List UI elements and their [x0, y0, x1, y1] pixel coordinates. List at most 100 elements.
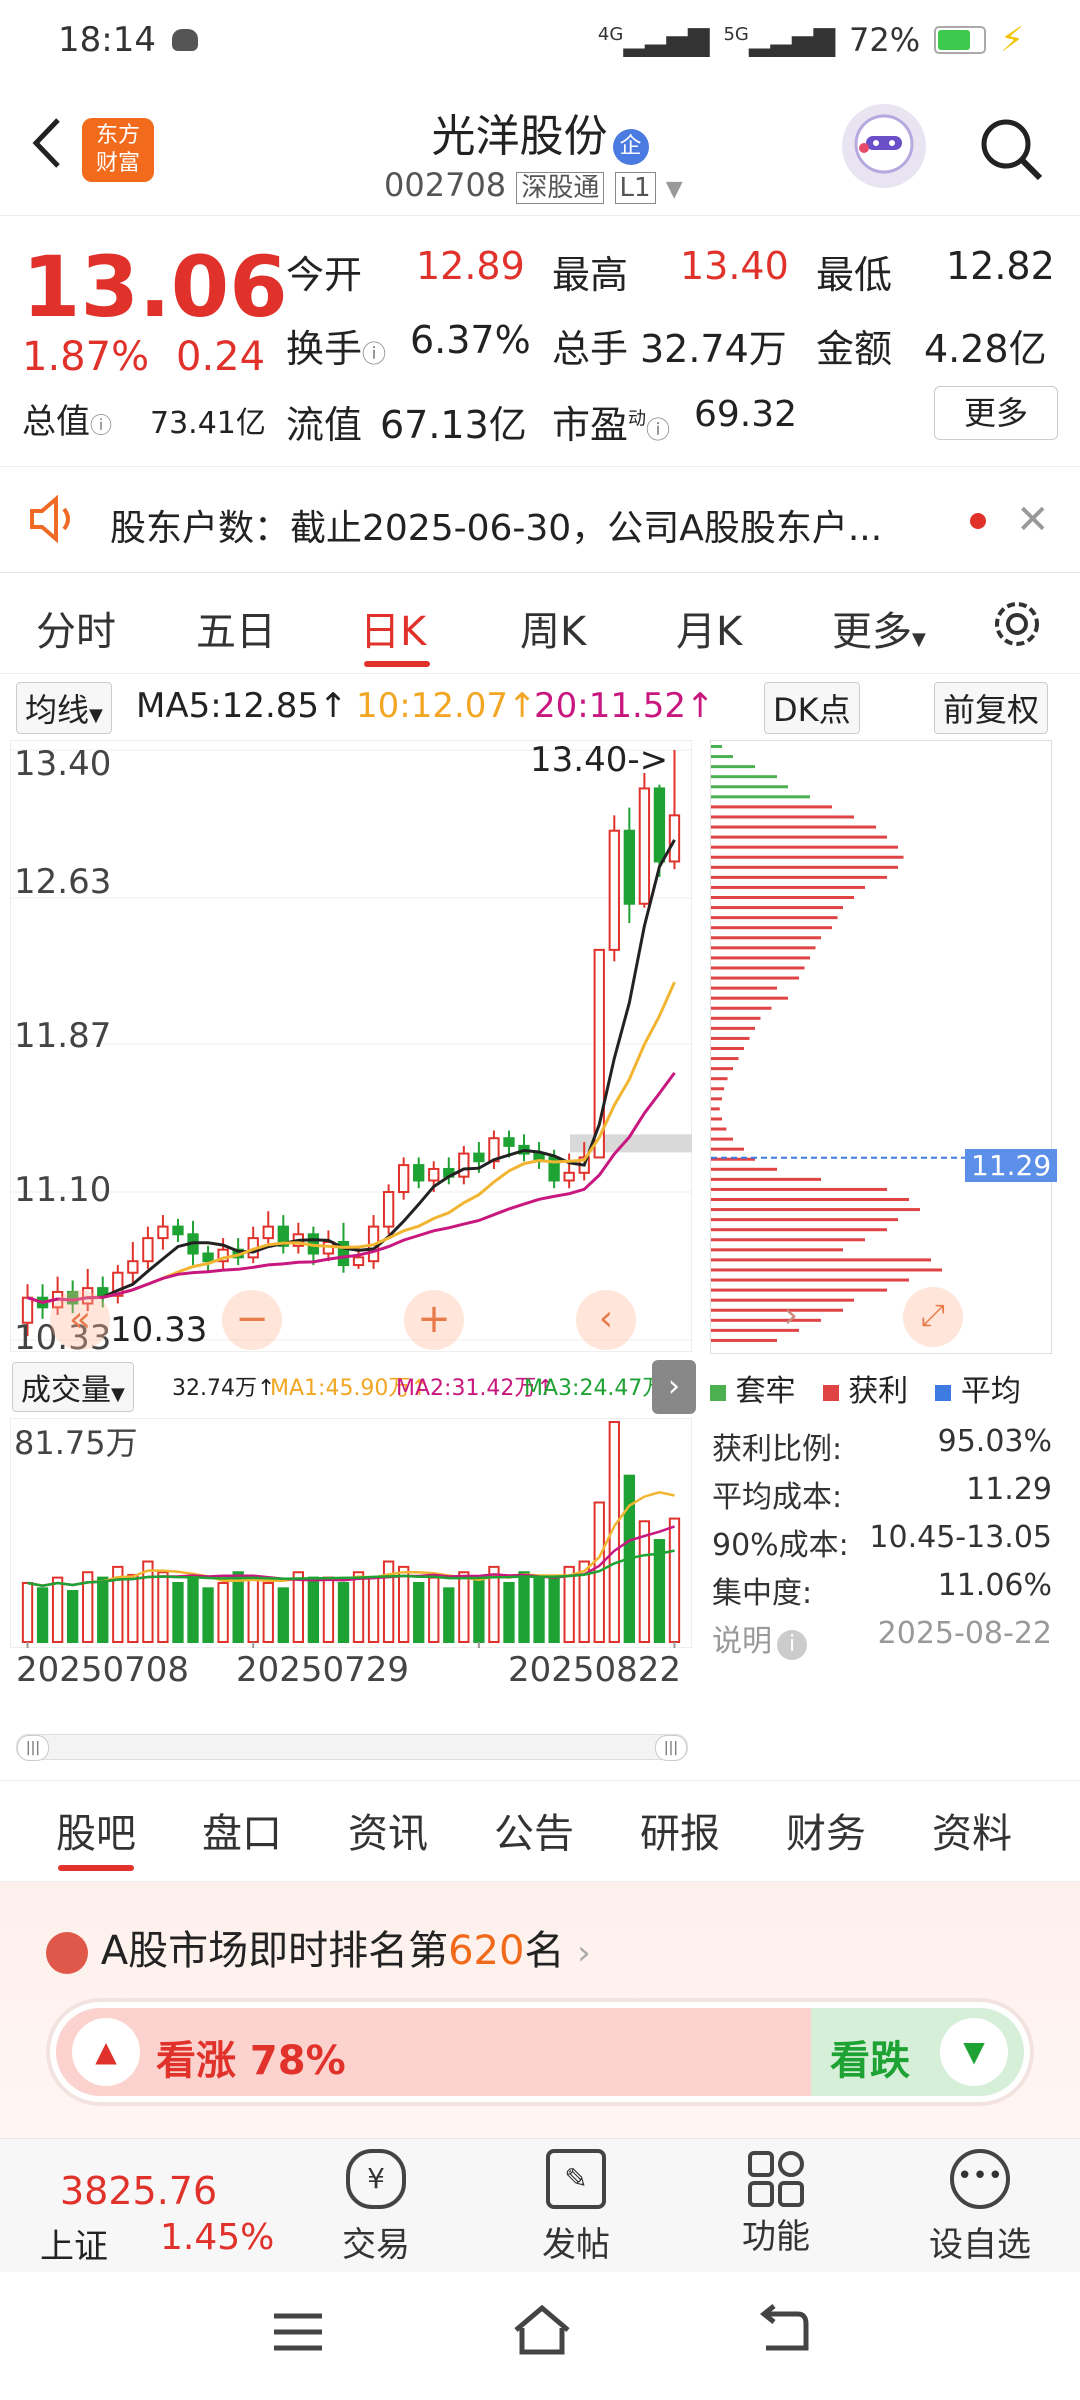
- chip-bar: [711, 906, 843, 910]
- sentiment-panel: A股市场即时排名第620名 › ▲ 看涨 78% 看跌 ▼: [0, 1882, 1080, 2138]
- info-icon[interactable]: ⓘ: [362, 340, 386, 368]
- chip-distribution[interactable]: 11.29 › ⤢: [710, 740, 1058, 1354]
- code-row[interactable]: 002708 深股通 L1 ▼: [384, 166, 683, 204]
- volume-bar: [292, 1571, 305, 1643]
- expand-icon[interactable]: ⤢: [903, 1287, 963, 1347]
- y-label-2: 12.63: [14, 862, 112, 902]
- info-icon[interactable]: ⓘ: [90, 414, 112, 439]
- chip-next-icon[interactable]: ›: [761, 1287, 821, 1347]
- help-icon[interactable]: i: [777, 1630, 808, 1660]
- search-icon[interactable]: [976, 114, 1046, 188]
- current-price: 13.06: [22, 238, 288, 336]
- volume-bar: [127, 1573, 139, 1644]
- tab-profile[interactable]: 资料: [932, 1801, 1012, 1859]
- notice-bar[interactable]: 股东户数：截止2025-06-30，公司A股股东户... ✕: [0, 467, 1080, 573]
- volume-bar: [548, 1576, 560, 1643]
- stat-volume: 总手: [552, 327, 629, 371]
- battery-percent: 72%: [849, 21, 921, 59]
- chip-bar: [711, 1147, 744, 1151]
- chip-stat-row: 获利比例: 95.03%: [712, 1424, 1052, 1467]
- quote-panel: 13.06 1.87% 0.24 今开 12.89 最高 13.40 最低 12…: [0, 216, 1080, 467]
- adjust-button[interactable]: 前复权: [934, 682, 1049, 734]
- chip-note-row[interactable]: 说明 i 2025-08-22: [712, 1616, 1052, 1664]
- signal-5g-icon: 5G▂▃▅▇: [723, 23, 835, 57]
- chip-bar: [711, 1057, 739, 1061]
- close-icon[interactable]: ✕: [1016, 497, 1050, 543]
- title-block[interactable]: 光洋股份 企: [380, 100, 700, 165]
- candle-body: [142, 1237, 154, 1263]
- volume-chart[interactable]: 81.75万: [9, 1417, 693, 1649]
- tab-active-indicator: [364, 661, 430, 667]
- zoom-out-icon[interactable]: −: [222, 1290, 282, 1350]
- chip-bar: [711, 785, 788, 789]
- up-arrow-icon: ▲: [72, 2018, 140, 2086]
- tab-weekly-k[interactable]: 周K: [520, 599, 586, 657]
- volume-selector[interactable]: 成交量▼: [12, 1362, 134, 1412]
- chip-bar: [711, 1006, 772, 1010]
- y-label-3: 11.87: [14, 1016, 112, 1056]
- logo-line-2: 财富: [95, 151, 140, 176]
- volume-bar: [337, 1581, 350, 1644]
- rank-row[interactable]: A股市场即时排名第620名 ›: [46, 1918, 591, 1976]
- tab-daily-k[interactable]: 日K: [360, 599, 426, 657]
- volume-bar: [202, 1587, 214, 1643]
- chip-bar: [711, 1238, 865, 1242]
- tab-monthly-k[interactable]: 月K: [676, 599, 742, 657]
- index-name: 上证: [40, 2227, 108, 2267]
- volume-bar: [458, 1571, 470, 1643]
- grid-icon: [746, 2149, 806, 2209]
- chip-bar: [711, 1208, 920, 1212]
- volume-bar: [473, 1576, 485, 1643]
- home-icon[interactable]: [510, 2302, 574, 2362]
- chart-range-scrollbar[interactable]: ||| |||: [16, 1734, 688, 1761]
- chip-stat-row: 平均成本: 11.29: [712, 1472, 1052, 1515]
- gear-icon[interactable]: [990, 597, 1044, 655]
- y-label-4: 11.10: [14, 1170, 112, 1210]
- menu-icon[interactable]: [270, 2308, 326, 2360]
- chip-bar: [711, 916, 838, 920]
- chip-note-label: 说明: [712, 1624, 772, 1659]
- tab-five-day[interactable]: 五日: [196, 599, 276, 657]
- info-icon[interactable]: ⓘ: [646, 416, 670, 444]
- expand-panel-button[interactable]: ›: [652, 1360, 696, 1414]
- app-logo[interactable]: 东方 财富: [82, 118, 154, 182]
- scroll-left-icon[interactable]: «: [50, 1290, 110, 1350]
- volume-bar: [503, 1581, 515, 1644]
- more-button[interactable]: 更多: [934, 386, 1058, 440]
- volume-max-label: 81.75万: [14, 1424, 138, 1462]
- zoom-in-icon[interactable]: +: [404, 1290, 464, 1350]
- low-marker: 10.33: [110, 1310, 208, 1350]
- candle-body: [428, 1167, 440, 1182]
- chip-bar: [711, 936, 821, 940]
- range-handle-right[interactable]: |||: [655, 1735, 687, 1761]
- robot-avatar-icon[interactable]: [842, 104, 926, 188]
- back-nav-icon[interactable]: [752, 2304, 812, 2362]
- volume-bar: [413, 1581, 425, 1644]
- nav-post[interactable]: ✎ 发帖: [516, 2149, 636, 2266]
- prev-icon[interactable]: ‹: [576, 1290, 636, 1350]
- level-tag: L1: [614, 172, 656, 204]
- range-handle-left[interactable]: |||: [17, 1735, 49, 1761]
- tab-intraday[interactable]: 分时: [36, 599, 116, 657]
- hk-connect-tag: 深股通: [516, 172, 605, 204]
- nav-add-watchlist[interactable]: ••• 设自选: [910, 2149, 1050, 2266]
- tab-news[interactable]: 资讯: [348, 1801, 428, 1859]
- tab-forum[interactable]: 股吧: [56, 1801, 136, 1859]
- candle-body: [172, 1225, 184, 1236]
- nav-trade[interactable]: ¥ 交易: [316, 2149, 436, 2266]
- chip-bar: [711, 775, 777, 779]
- tab-announcements[interactable]: 公告: [494, 1801, 574, 1859]
- nav-functions[interactable]: 功能: [716, 2149, 836, 2258]
- tab-order-book[interactable]: 盘口: [202, 1801, 282, 1859]
- ma-selector[interactable]: 均线▼: [16, 682, 112, 734]
- tab-more[interactable]: 更多▼: [832, 599, 926, 657]
- back-button[interactable]: [22, 108, 72, 178]
- charging-icon: ⚡: [1000, 20, 1024, 60]
- index-percent: 1.45%: [160, 2217, 275, 2258]
- kline-chart[interactable]: 13.40 12.63 11.87 11.10 10.33 13.40-> 10…: [9, 739, 693, 1358]
- volume-bar: [307, 1576, 320, 1643]
- chip-bar: [711, 976, 799, 980]
- dk-point-button[interactable]: DK点: [764, 682, 860, 734]
- tab-finance[interactable]: 财务: [786, 1801, 866, 1859]
- tab-research[interactable]: 研报: [640, 1801, 720, 1859]
